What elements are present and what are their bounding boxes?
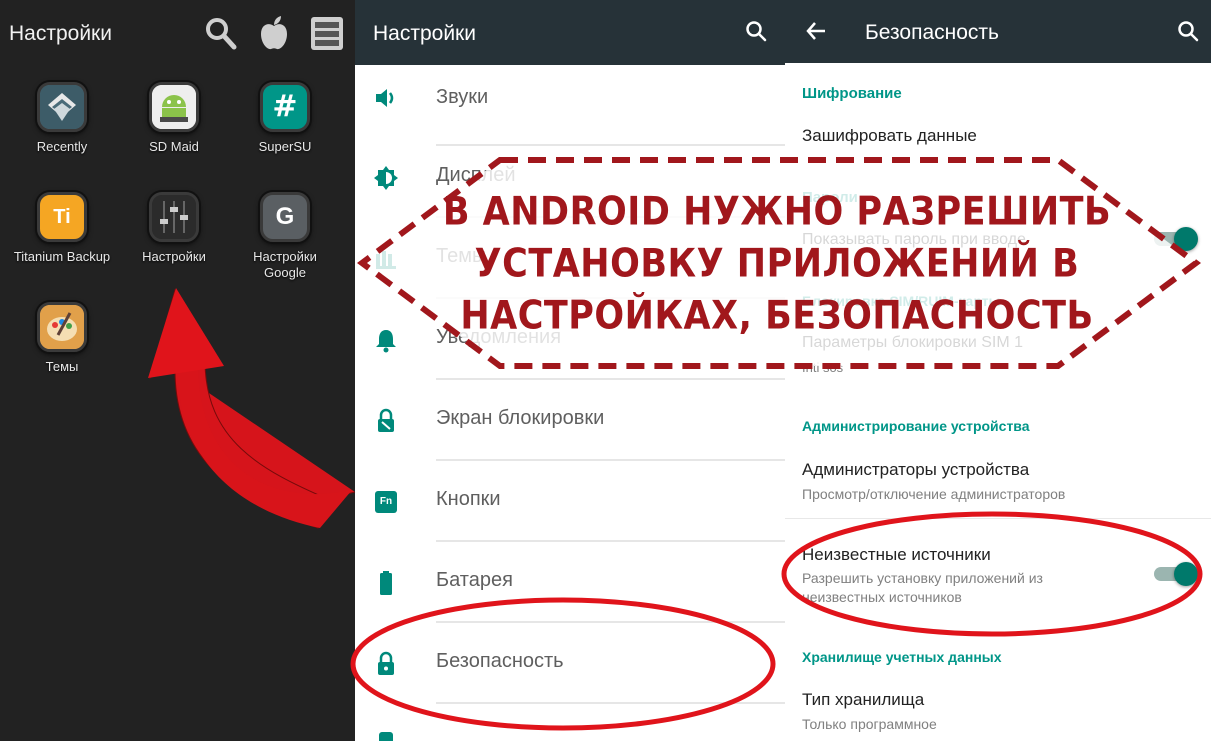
search-icon[interactable] [745,20,767,47]
sd-maid-icon [149,82,199,132]
toggle-show-password[interactable] [1152,226,1198,252]
settings-item-display[interactable]: Дисплей [355,137,785,218]
pref-device-admins[interactable]: Администраторы устройства [802,460,1029,480]
security-panel: Безопасность Шифрование Зашифровать данн… [785,0,1211,741]
settings-item-security[interactable]: Безопасность [355,623,785,704]
back-arrow-icon[interactable] [805,20,827,47]
settings-panel: Настройки Звуки Дисплей Темы Уведомления [355,0,785,741]
settings-item-label: Безопасность [436,650,564,672]
titanium-glyph: Ti [53,206,71,228]
recently-icon [37,82,87,132]
pref-device-admins-summary: Просмотр/отключение администраторов [802,486,1066,502]
server-icon[interactable] [310,14,344,52]
pref-encrypt-data[interactable]: Зашифровать данные [802,126,977,146]
section-header-sim-lock: Блокировка SIM/RUIM-карты [802,293,1001,309]
pref-sim-lock-summary: Inti sos [802,360,844,375]
settings-item-label: Дисплей [436,164,516,186]
toggle-knob [1174,227,1198,251]
app-recently[interactable]: Recently [7,82,117,155]
toggle-knob [1174,562,1198,586]
settings-item-label: Экран блокировки [436,407,605,429]
app-label: Темы [45,359,79,374]
apple-icon[interactable] [257,14,291,52]
pref-storage-type[interactable]: Тип хранилища [802,690,924,710]
google-settings-icon: G [260,192,310,242]
pref-unknown-sources-summary: Разрешить установку приложений из неизве… [802,570,1043,605]
lock-screen-icon [373,408,399,434]
settings-item-notifications[interactable]: Уведомления [355,299,785,380]
volume-icon [373,85,399,111]
security-title: Безопасность [865,21,999,44]
launcher-panel: Настройки Recently SD Maid # SuperSU Ti … [0,0,355,741]
section-header-device-admin: Администрирование устройства [802,418,1030,434]
settings-item-label: Звуки [436,86,489,108]
section-header-passwords: Пароли [802,189,858,206]
settings-item-lock-screen[interactable]: Экран блокировки [355,380,785,461]
app-supersu[interactable]: # SuperSU [230,82,340,155]
app-google-settings[interactable]: G Настройки Google [230,192,340,281]
pref-storage-type-summary: Только программное [802,716,937,732]
app-settings[interactable]: Настройки [119,192,229,265]
search-icon[interactable] [1177,20,1199,47]
toggle-unknown-sources[interactable] [1152,561,1198,587]
settings-toolbar: Настройки [355,0,785,65]
security-toolbar: Безопасность [785,0,1211,63]
app-themes[interactable]: Темы [7,302,117,375]
settings-item-label: Уведомления [436,326,562,348]
fn-glyph: Fn [379,496,393,507]
brightness-icon [373,165,399,191]
lock-icon [373,651,399,677]
app-sd-maid[interactable]: SD Maid [119,82,229,155]
section-header-credential-storage: Хранилище учетных данных [802,649,1002,665]
settings-item-sounds[interactable]: Звуки [355,65,785,146]
settings-item-label: Темы [436,245,487,267]
supersu-icon: # [260,82,310,132]
settings-icon [149,192,199,242]
app-label: Titanium Backup [13,249,111,264]
app-label: Recently [36,139,88,154]
settings-item-label: Батарея [436,569,513,591]
settings-item-label: Кнопки [436,488,501,510]
titanium-backup-icon: Ti [37,192,87,242]
settings-title: Настройки [373,22,476,45]
app-label: SD Maid [149,139,199,154]
fn-key-icon: Fn [375,491,397,513]
pref-show-password[interactable]: Показывать пароль при вводе [802,231,1026,249]
app-label: Настройки [142,249,206,264]
next-item-icon-partial [379,732,393,741]
app-label: SuperSU [258,139,312,154]
section-header-encryption: Шифрование [802,85,902,102]
app-label: Настройки Google [253,249,317,280]
pref-sim-lock-params[interactable]: Параметры блокировки SIM 1 [802,334,1023,352]
app-titanium-backup[interactable]: Ti Titanium Backup [7,192,117,265]
launcher-title: Настройки [9,22,112,45]
themes-icon [373,246,399,272]
themes-icon [37,302,87,352]
google-glyph: G [275,203,295,230]
pref-unknown-sources[interactable]: Неизвестные источники [802,545,991,565]
battery-icon [373,570,399,596]
divider [785,518,1211,519]
supersu-glyph: # [272,89,298,124]
divider [436,702,785,704]
settings-item-battery[interactable]: Батарея [355,542,785,623]
bell-icon [373,327,399,353]
settings-item-themes[interactable]: Темы [355,218,785,299]
settings-item-buttons[interactable]: Fn Кнопки [355,461,785,542]
search-icon[interactable] [204,14,238,52]
